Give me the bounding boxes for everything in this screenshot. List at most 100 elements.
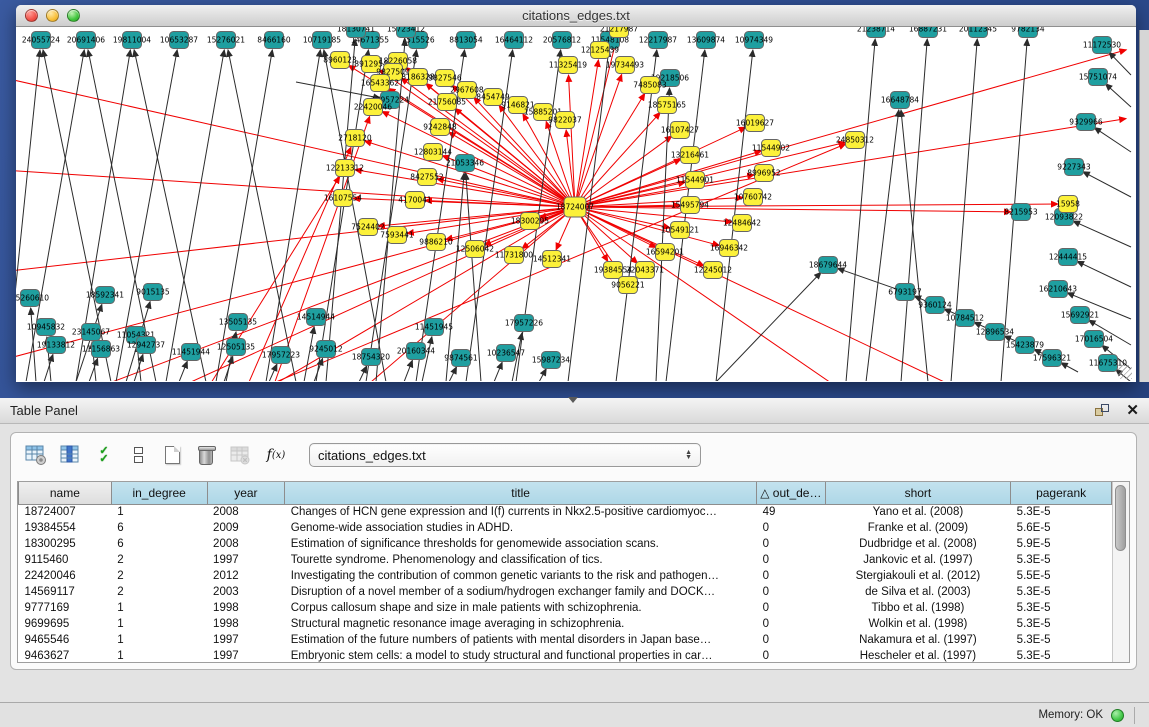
network-edge[interactable] <box>546 121 575 207</box>
network-node[interactable]: 8960123 <box>323 52 357 69</box>
network-edge[interactable] <box>575 207 858 381</box>
network-node[interactable]: 16107427 <box>661 122 699 139</box>
network-node[interactable]: 9360124 <box>918 297 952 314</box>
table-cell[interactable]: 6 <box>111 520 207 536</box>
network-node[interactable]: 20112345 <box>959 27 997 38</box>
network-edge[interactable] <box>216 50 272 381</box>
network-node[interactable]: 10974349 <box>735 32 773 49</box>
new-column-icon[interactable] <box>159 442 185 468</box>
table-cell[interactable]: 5.5E-5 <box>1011 568 1112 584</box>
close-window-button[interactable] <box>25 9 38 22</box>
table-cell[interactable]: 9465546 <box>19 632 112 648</box>
network-node[interactable]: 8466160 <box>257 32 291 49</box>
network-edge[interactable] <box>359 366 367 381</box>
table-cell[interactable]: Disruption of a novel member of a sodium… <box>285 584 757 600</box>
table-row[interactable]: 946362711997Embryonic stem cells: a mode… <box>19 648 1112 664</box>
network-node[interactable]: 18575165 <box>648 97 686 114</box>
table-cell[interactable]: 0 <box>757 552 826 568</box>
row-options-icon[interactable] <box>125 442 151 468</box>
table-cell[interactable]: 9463627 <box>19 648 112 664</box>
network-node[interactable]: 6793197 <box>888 284 922 301</box>
network-edge[interactable] <box>1073 221 1131 247</box>
table-cell[interactable]: 2008 <box>207 504 285 520</box>
network-node[interactable]: 15276021 <box>207 32 245 49</box>
network-edge[interactable] <box>575 127 746 207</box>
network-edge[interactable] <box>304 327 314 381</box>
table-cell[interactable]: 9115460 <box>19 552 112 568</box>
network-node[interactable]: 11156863 <box>82 341 120 358</box>
network-edge[interactable] <box>575 74 622 207</box>
table-cell[interactable]: 18300295 <box>19 536 112 552</box>
network-node[interactable]: 13609874 <box>687 32 725 49</box>
network-node[interactable]: 15495794 <box>671 197 709 214</box>
table-cell[interactable]: Structural magnetic resonance image aver… <box>285 616 757 632</box>
network-edge[interactable] <box>1105 84 1131 107</box>
table-cell[interactable]: Embryonic stem cells: a model to study s… <box>285 648 757 664</box>
minimize-window-button[interactable] <box>46 9 59 22</box>
table-cell[interactable]: 5.3E-5 <box>1011 648 1112 664</box>
table-cell[interactable]: 5.3E-5 <box>1011 600 1112 616</box>
network-node[interactable]: 9886210 <box>419 234 453 251</box>
table-row[interactable]: 1830029562008Estimation of significance … <box>19 536 1112 552</box>
network-node[interactable]: 10760742 <box>734 189 772 206</box>
network-edge[interactable] <box>566 130 575 207</box>
network-edge[interactable] <box>494 362 502 381</box>
network-canvas[interactable]: 1872400724055724206914061981100410653287… <box>16 27 1134 381</box>
table-cell[interactable]: 5.3E-5 <box>1011 584 1112 600</box>
network-node[interactable]: 12213312 <box>326 160 364 177</box>
network-node[interactable]: 2718120 <box>338 130 372 147</box>
table-cell[interactable]: 0 <box>757 648 826 664</box>
window-titlebar[interactable]: citations_edges.txt <box>16 5 1136 27</box>
table-cell[interactable]: 1997 <box>207 552 285 568</box>
table-cell[interactable]: 14569117 <box>19 584 112 600</box>
network-node[interactable]: 15987234 <box>532 352 570 369</box>
network-edge[interactable] <box>31 308 36 381</box>
table-cell[interactable]: Stergiakouli et al. (2012) <box>825 568 1011 584</box>
table-cell[interactable]: Tourette syndrome. Phenomenology and cla… <box>285 552 757 568</box>
table-mode-icon[interactable] <box>23 442 49 468</box>
table-cell[interactable]: 6 <box>111 536 207 552</box>
table-cell[interactable]: 5.9E-5 <box>1011 536 1112 552</box>
table-cell[interactable]: 2008 <box>207 536 285 552</box>
zoom-window-button[interactable] <box>67 9 80 22</box>
table-cell[interactable]: 5.3E-5 <box>1011 504 1112 520</box>
network-edge[interactable] <box>404 360 412 381</box>
table-cell[interactable]: 0 <box>757 568 826 584</box>
table-cell[interactable]: 1 <box>111 632 207 648</box>
network-node[interactable]: 25260610 <box>16 290 49 307</box>
network-edge[interactable] <box>179 361 187 381</box>
table-cell[interactable]: 5.3E-5 <box>1011 552 1112 568</box>
table-row[interactable]: 1872400712008Changes of HCN gene express… <box>19 504 1112 520</box>
column-check-icon[interactable]: ✓✓ <box>91 442 117 468</box>
column-header-short[interactable]: short <box>825 482 1011 504</box>
network-node[interactable]: 16887231 <box>909 27 947 38</box>
network-node[interactable]: 16946342 <box>710 240 748 257</box>
table-cell[interactable]: Investigating the contribution of common… <box>285 568 757 584</box>
network-node[interactable]: 15751074 <box>1079 69 1117 86</box>
table-cell[interactable]: 0 <box>757 536 826 552</box>
table-cell[interactable]: 49 <box>757 504 826 520</box>
network-edge[interactable] <box>866 110 899 381</box>
network-node[interactable]: 16648784 <box>881 92 919 109</box>
network-node[interactable]: 8215953 <box>1004 204 1038 221</box>
column-header-year[interactable]: year <box>207 482 285 504</box>
network-edge[interactable] <box>568 75 575 207</box>
network-node[interactable]: 20576812 <box>543 32 581 49</box>
table-cell[interactable]: Yano et al. (2008) <box>825 504 1011 520</box>
network-node[interactable]: 18679644 <box>809 257 847 274</box>
table-row[interactable]: 911546021997Tourette syndrome. Phenomeno… <box>19 552 1112 568</box>
table-cell[interactable]: 5.3E-5 <box>1011 632 1112 648</box>
table-cell[interactable]: 5.6E-5 <box>1011 520 1112 536</box>
network-node[interactable]: 21238714 <box>857 27 895 38</box>
network-node[interactable]: 17957223 <box>262 347 300 364</box>
float-window-icon[interactable] <box>1095 404 1110 418</box>
network-node[interactable]: 11731800 <box>495 247 533 264</box>
network-node[interactable]: 14512341 <box>533 251 571 268</box>
table-cell[interactable]: 9699695 <box>19 616 112 632</box>
table-cell[interactable]: 2 <box>111 568 207 584</box>
network-edge[interactable] <box>716 272 821 381</box>
table-cell[interactable]: Corpus callosum shape and size in male p… <box>285 600 757 616</box>
table-cell[interactable]: Jankovic et al. (1997) <box>825 552 1011 568</box>
network-node[interactable]: 10653287 <box>160 32 198 49</box>
table-cell[interactable]: Franke et al. (2009) <box>825 520 1011 536</box>
